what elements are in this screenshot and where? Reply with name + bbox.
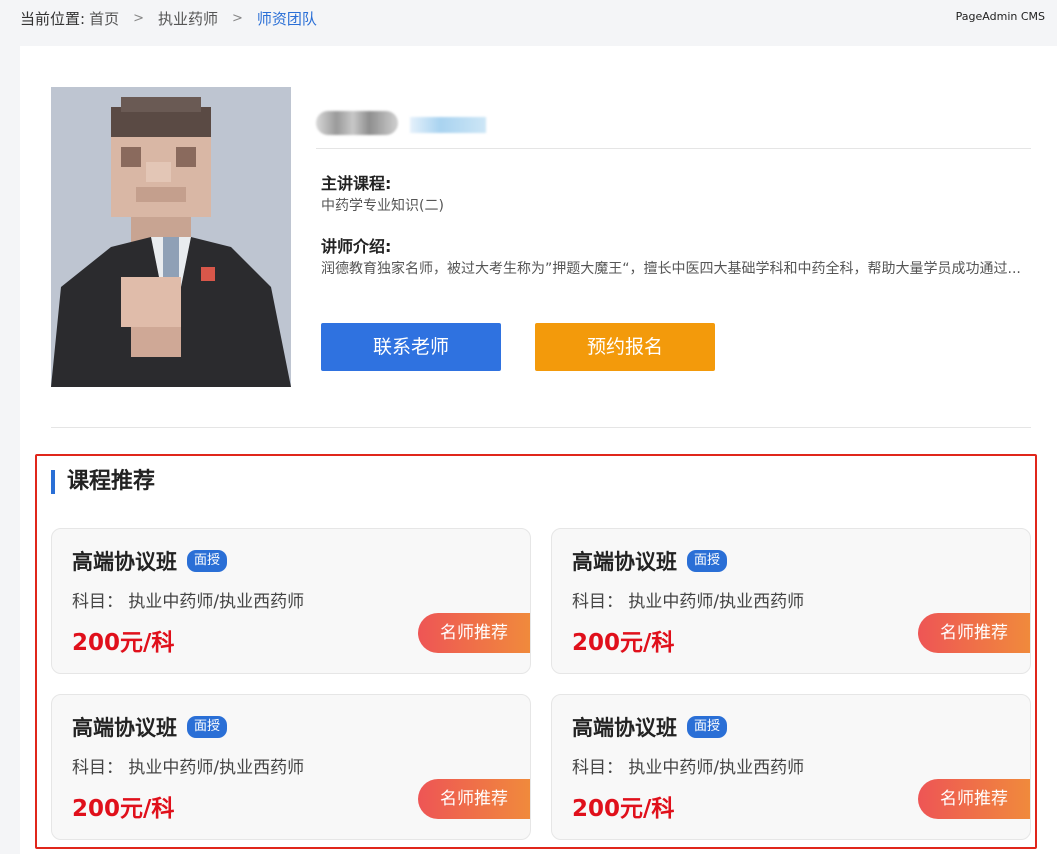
intro-label: 讲师介绍: bbox=[321, 237, 392, 256]
card-title: 高端协议班 bbox=[572, 716, 677, 740]
breadcrumb: 当前位置: 首页 > 执业药师 > 师资团队 bbox=[20, 8, 317, 29]
enroll-button[interactable]: 预约报名 bbox=[535, 323, 715, 371]
recommend-tag: 名师推荐 bbox=[918, 779, 1030, 819]
card-title: 高端协议班 bbox=[572, 550, 677, 574]
card-subject: 科目： 执业中药师/执业西药师 bbox=[572, 592, 805, 612]
card-badge: 面授 bbox=[187, 550, 228, 572]
card-title: 高端协议班 bbox=[72, 550, 177, 574]
breadcrumb-separator: > bbox=[133, 11, 144, 26]
card-badge: 面授 bbox=[687, 550, 728, 572]
breadcrumb-pharmacist[interactable]: 执业药师 bbox=[158, 8, 218, 29]
teacher-detail-panel: 主讲课程: 中药学专业知识(二) 讲师介绍: 润德教育独家名师，被过大考生称为”… bbox=[20, 46, 1057, 854]
top-bar: 当前位置: 首页 > 执业药师 > 师资团队 PageAdmin CMS bbox=[0, 0, 1057, 46]
recommend-tag: 名师推荐 bbox=[418, 779, 530, 819]
card-price: 200元/科 bbox=[72, 796, 175, 822]
card-badge: 面授 bbox=[687, 716, 728, 738]
breadcrumb-home[interactable]: 首页 bbox=[89, 8, 119, 29]
recommend-tag: 名师推荐 bbox=[418, 613, 530, 653]
header-divider bbox=[316, 148, 1031, 149]
course-recommend-section: 课程推荐 高端协议班 面授 科目： 执业中药师/执业西药师 200元/科 名师推… bbox=[35, 454, 1037, 849]
course-card[interactable]: 高端协议班 面授 科目： 执业中药师/执业西药师 200元/科 名师推荐 bbox=[51, 528, 531, 674]
teacher-name-blurred bbox=[316, 111, 398, 135]
card-badge: 面授 bbox=[187, 716, 228, 738]
card-title-row: 高端协议班 面授 bbox=[72, 712, 228, 742]
course-card[interactable]: 高端协议班 面授 科目： 执业中药师/执业西药师 200元/科 名师推荐 bbox=[51, 694, 531, 840]
card-price: 200元/科 bbox=[572, 796, 675, 822]
course-card[interactable]: 高端协议班 面授 科目： 执业中药师/执业西药师 200元/科 名师推荐 bbox=[551, 528, 1031, 674]
card-subject: 科目： 执业中药师/执业西药师 bbox=[572, 758, 805, 778]
section-divider bbox=[51, 427, 1031, 428]
card-price: 200元/科 bbox=[72, 630, 175, 656]
card-subject: 科目： 执业中药师/执业西药师 bbox=[72, 592, 305, 612]
card-title-row: 高端协议班 面授 bbox=[572, 546, 728, 576]
card-title-row: 高端协议班 面授 bbox=[572, 712, 728, 742]
section-title: 课程推荐 bbox=[51, 470, 155, 494]
breadcrumb-separator: > bbox=[232, 11, 243, 26]
card-title: 高端协议班 bbox=[72, 716, 177, 740]
card-price: 200元/科 bbox=[572, 630, 675, 656]
brand-label: PageAdmin CMS bbox=[955, 10, 1045, 23]
breadcrumb-prefix: 当前位置: bbox=[20, 10, 86, 28]
card-subject: 科目： 执业中药师/执业西药师 bbox=[72, 758, 305, 778]
course-card[interactable]: 高端协议班 面授 科目： 执业中药师/执业西药师 200元/科 名师推荐 bbox=[551, 694, 1031, 840]
recommend-tag: 名师推荐 bbox=[918, 613, 1030, 653]
contact-teacher-button[interactable]: 联系老师 bbox=[321, 323, 501, 371]
teacher-photo-image bbox=[51, 87, 291, 387]
intro-value: 润德教育独家名师，被过大考生称为”押题大魔王“，擅长中医四大基础学科和中药全科，… bbox=[321, 261, 1021, 277]
course-value: 中药学专业知识(二) bbox=[321, 198, 444, 214]
teacher-name-row bbox=[316, 108, 486, 138]
breadcrumb-current[interactable]: 师资团队 bbox=[257, 8, 317, 29]
course-label: 主讲课程: bbox=[321, 174, 392, 193]
teacher-title-blurred bbox=[410, 117, 486, 133]
card-title-row: 高端协议班 面授 bbox=[72, 546, 228, 576]
teacher-photo bbox=[51, 87, 291, 387]
